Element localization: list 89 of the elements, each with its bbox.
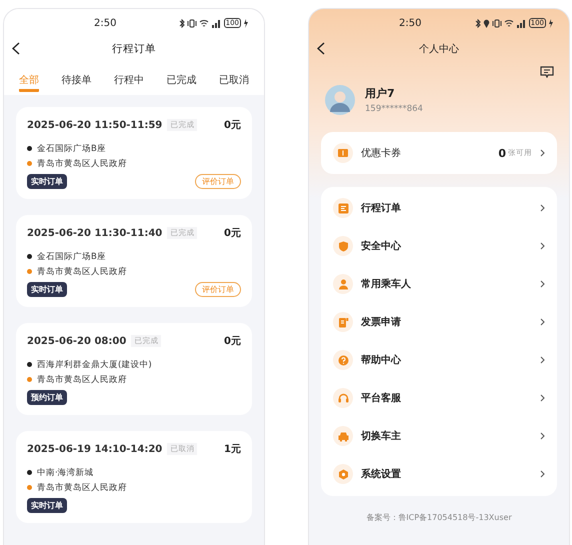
menu-label: 发票申请 (361, 316, 401, 329)
status-time: 2:50 (94, 18, 116, 28)
status-time: 2:50 (399, 18, 422, 28)
page-title: 行程订单 (112, 42, 156, 56)
charging-icon (243, 18, 248, 28)
settings-icon (333, 464, 353, 484)
tab[interactable]: 已取消 (218, 64, 249, 92)
coupon-count: 0 (498, 146, 506, 160)
stop-dot-icon (27, 161, 32, 166)
stop-dot-icon (27, 485, 32, 490)
chevron-icon (540, 242, 545, 250)
order-type-badge: 实时订单 (27, 282, 67, 297)
chevron-icon (540, 356, 545, 364)
menu-label: 切换车主 (361, 429, 401, 443)
order-price: 0元 (224, 119, 241, 132)
chevron-icon (540, 470, 545, 478)
list-icon (333, 198, 353, 218)
vibrate-icon (492, 18, 502, 28)
menu-item[interactable]: 切换车主 (333, 417, 545, 455)
stop-address: 青岛市黄岛区人民政府 (37, 158, 127, 170)
car-icon (333, 426, 353, 446)
stop-dot-icon (27, 146, 32, 151)
avatar (325, 85, 355, 115)
stop-dot-icon (27, 269, 32, 274)
chevron-icon (540, 318, 545, 326)
order-type-badge: 预约订单 (27, 390, 67, 405)
menu-item[interactable]: 常用乘车人 (333, 265, 545, 303)
menu-item[interactable]: 系统设置 (333, 455, 545, 493)
coupon-label: 优惠卡券 (361, 146, 401, 160)
shield-icon (333, 236, 353, 256)
menu-item[interactable]: 发票申请 (333, 303, 545, 341)
signal-icon (210, 18, 222, 28)
user-name: 用户7 (365, 86, 396, 101)
order-time: 2025-06-20 08:00 (27, 336, 126, 346)
charging-icon (548, 18, 553, 28)
menu-label: 安全中心 (361, 239, 401, 253)
chevron-icon (540, 204, 545, 212)
vibrate-icon (186, 18, 197, 28)
icp-footer: 备案号：鲁ICP备17054518号-13Xuser (309, 512, 569, 523)
tab[interactable]: 待接单 (62, 64, 92, 92)
order-time: 2025-06-20 11:50-11:59 (27, 120, 162, 130)
tab[interactable]: 行程中 (114, 64, 144, 92)
bluetooth-icon (178, 18, 185, 28)
menu-label: 帮助中心 (361, 353, 401, 367)
menu-label: 平台客服 (361, 391, 401, 405)
chevron-icon (540, 394, 545, 402)
order-time: 2025-06-20 11:30-11:40 (27, 228, 162, 238)
bluetooth-icon (474, 18, 481, 28)
order-type-badge: 实时订单 (27, 498, 67, 513)
menu-label: 常用乘车人 (361, 277, 411, 291)
menu-item[interactable]: 安全中心 (333, 227, 545, 265)
stop-address: 金石国际广场B座 (37, 142, 106, 154)
headset-icon (333, 388, 353, 408)
back-icon[interactable] (317, 42, 325, 55)
menu-label: 行程订单 (361, 202, 401, 215)
stop-address: 青岛市黄岛区人民政府 (37, 266, 127, 278)
stop-address: 西海岸利群金鼎大厦(建设中) (37, 358, 152, 370)
stop-dot-icon (27, 470, 32, 475)
coupon-icon (333, 143, 353, 163)
order-type-badge: 实时订单 (27, 174, 67, 189)
stop-dot-icon (27, 254, 32, 259)
menu-item[interactable]: 行程订单 (333, 189, 545, 227)
menu-item[interactable]: 帮助中心 (333, 341, 545, 379)
help-icon (333, 350, 353, 370)
stop-address: 中南·海湾新城 (37, 466, 94, 478)
signal-icon (516, 18, 527, 28)
wifi-icon (504, 18, 514, 28)
stop-dot-icon (27, 362, 32, 367)
wifi-icon (198, 18, 209, 28)
order-price: 0元 (224, 335, 241, 348)
stop-address: 青岛市黄岛区人民政府 (37, 482, 127, 494)
page-title: 个人中心 (419, 42, 459, 56)
menu-label: 系统设置 (361, 468, 401, 481)
tab[interactable]: 已完成 (166, 64, 196, 92)
order-price: 0元 (224, 227, 241, 240)
stop-address: 青岛市黄岛区人民政府 (37, 374, 127, 386)
chevron-icon (540, 149, 545, 157)
order-time: 2025-06-19 14:10-14:20 (27, 444, 162, 454)
message-icon[interactable] (540, 66, 554, 78)
stop-dot-icon (27, 377, 32, 382)
back-icon[interactable] (12, 42, 20, 55)
person-icon (333, 274, 353, 294)
document-icon (333, 312, 353, 332)
stop-address: 金石国际广场B座 (37, 250, 106, 262)
menu-item[interactable]: 平台客服 (333, 379, 545, 417)
user-phone: 159******864 (365, 104, 423, 114)
chevron-icon (540, 280, 545, 288)
order-price: 1元 (224, 443, 241, 456)
chevron-icon (540, 432, 545, 440)
